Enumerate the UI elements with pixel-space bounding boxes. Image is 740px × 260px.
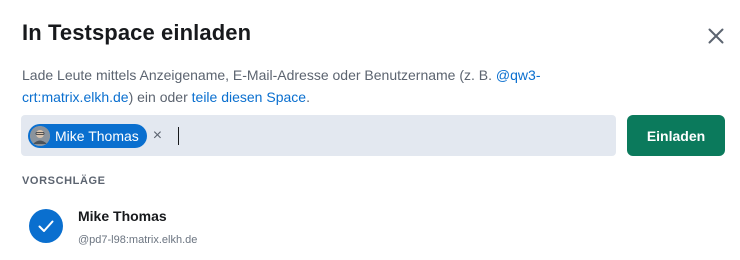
selected-user-pill: Mike Thomas <box>28 123 147 148</box>
suggestion-item[interactable]: Mike Thomas @pd7-l98:matrix.elkh.de <box>22 200 422 256</box>
checkmark-icon <box>29 209 63 243</box>
description-text: ) ein oder <box>128 89 192 105</box>
user-avatar <box>30 125 50 146</box>
selected-user-name: Mike Thomas <box>55 127 139 144</box>
close-icon <box>708 28 724 44</box>
description-text: Lade Leute mittels Anzeigename, E-Mail-A… <box>22 67 496 83</box>
suggestion-name: Mike Thomas <box>78 208 167 224</box>
suggestion-user-id: @pd7-l98:matrix.elkh.de <box>78 234 198 246</box>
description-text: . <box>306 89 310 105</box>
invite-input-field[interactable]: Mike Thomas × <box>21 115 616 156</box>
close-button[interactable] <box>702 22 730 50</box>
invite-button[interactable]: Einladen <box>627 115 725 156</box>
dialog-title: In Testspace einladen <box>22 20 252 45</box>
dialog-description: Lade Leute mittels Anzeigename, E-Mail-A… <box>22 64 622 108</box>
suggestions-header: VORSCHLÄGE <box>22 175 106 187</box>
invite-dialog: In Testspace einladen Lade Leute mittels… <box>0 0 740 260</box>
share-space-link[interactable]: teile diesen Space <box>192 89 306 105</box>
text-caret <box>178 126 180 145</box>
remove-user-icon[interactable]: × <box>153 127 162 144</box>
